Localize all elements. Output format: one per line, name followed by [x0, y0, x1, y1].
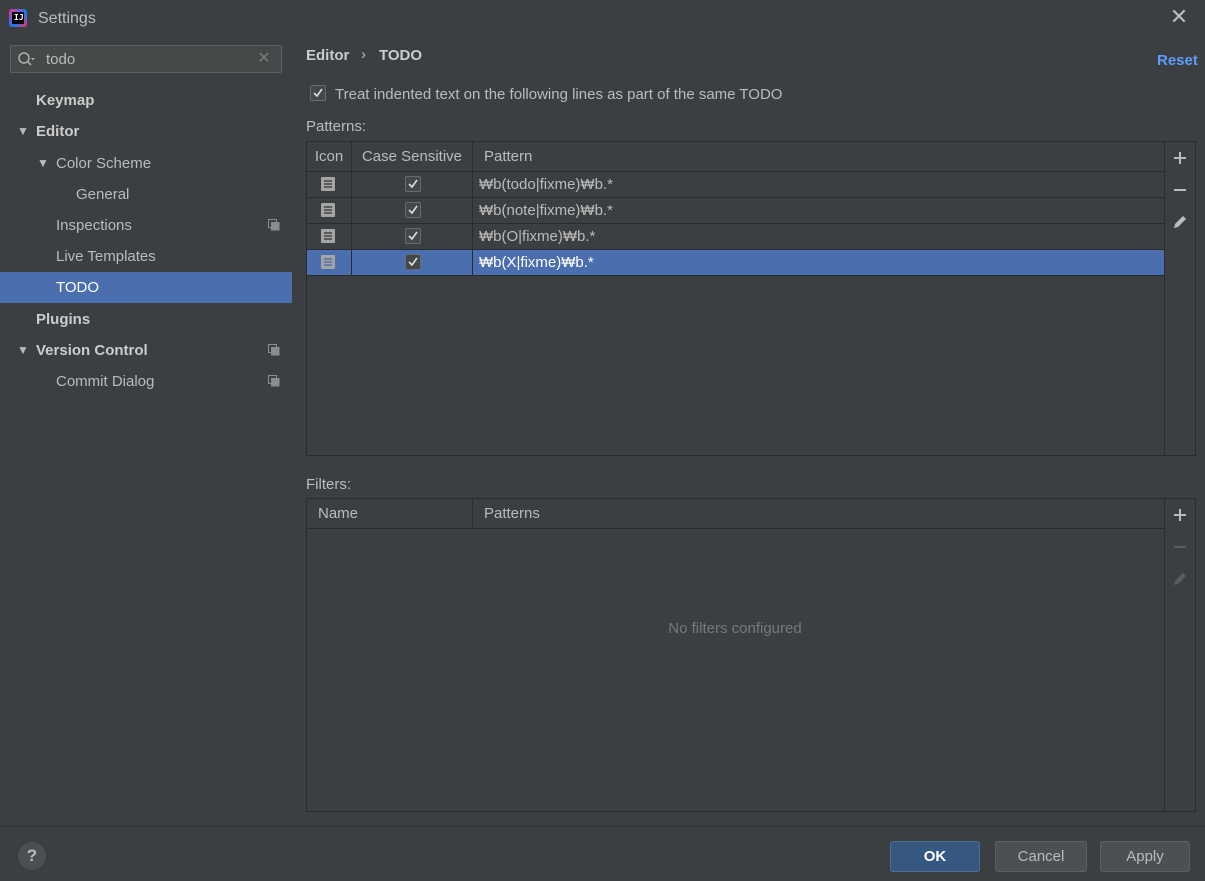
app-icon-text: IJ — [14, 13, 24, 22]
icon-cell[interactable] — [307, 198, 352, 223]
case-sensitive-checkbox[interactable] — [405, 176, 421, 192]
expand-arrow-icon[interactable]: ▼ — [17, 116, 29, 147]
case-sensitive-checkbox[interactable] — [405, 202, 421, 218]
pattern-cell[interactable]: ₩b(todo|fixme)₩b.* — [473, 172, 1164, 197]
sidebar-item-label: Inspections — [56, 217, 132, 234]
filters-table-header: Name Patterns — [307, 499, 1164, 529]
window-title: Settings — [38, 10, 96, 27]
icon-cell[interactable] — [307, 224, 352, 249]
empty-filters-message: No filters configured — [668, 620, 802, 637]
case-sensitive-checkbox[interactable] — [405, 254, 421, 270]
expand-arrow-icon[interactable]: ▼ — [17, 335, 29, 366]
column-header-name[interactable]: Name — [307, 499, 473, 529]
pattern-row[interactable]: ₩b(O|fixme)₩b.* — [307, 224, 1164, 250]
patterns-toolbar — [1164, 142, 1195, 455]
add-filter-plus-icon[interactable] — [1172, 507, 1188, 523]
pattern-row[interactable]: ₩b(todo|fixme)₩b.* — [307, 172, 1164, 198]
edit-filter-pencil-icon — [1174, 573, 1186, 585]
filters-label: Filters: — [306, 476, 351, 493]
breadcrumb-editor[interactable]: Editor — [306, 47, 349, 64]
search-input[interactable] — [46, 47, 246, 71]
sidebar-item-version-control[interactable]: ▼ Version Control — [0, 335, 292, 366]
add-pattern-plus-icon[interactable] — [1172, 150, 1188, 166]
title-bar — [0, 0, 1205, 36]
pattern-row[interactable]: ₩b(note|fixme)₩b.* — [307, 198, 1164, 224]
todo-document-icon — [321, 203, 335, 217]
pattern-cell[interactable]: ₩b(note|fixme)₩b.* — [473, 198, 1164, 223]
expand-arrow-icon[interactable]: ▼ — [37, 148, 49, 179]
close-window-icon[interactable]: ✕ — [1168, 6, 1190, 28]
remove-pattern-minus-icon[interactable] — [1172, 182, 1188, 198]
patterns-label: Patterns: — [306, 118, 367, 135]
filters-toolbar — [1164, 499, 1195, 811]
treat-indented-checkbox[interactable] — [310, 85, 326, 101]
sidebar-item-label: TODO — [56, 279, 100, 296]
sidebar-item-keymap[interactable]: Keymap — [0, 85, 292, 116]
sidebar-item-label: General — [76, 186, 130, 203]
edit-pattern-pencil-icon[interactable] — [1172, 214, 1188, 230]
column-header-patterns[interactable]: Patterns — [473, 499, 1164, 529]
remove-filter-minus-icon — [1174, 546, 1186, 548]
project-settings-icon — [268, 219, 280, 231]
icon-cell[interactable] — [307, 250, 352, 275]
sidebar-item-label: Commit Dialog — [56, 373, 155, 390]
ok-button[interactable]: OK — [890, 841, 980, 872]
breadcrumb-chevron-icon: › — [361, 46, 366, 63]
pattern-row-selected[interactable]: ₩b(X|fixme)₩b.* — [307, 250, 1164, 276]
help-button[interactable]: ? — [18, 842, 46, 870]
bottom-divider — [0, 826, 1205, 827]
clear-search-icon[interactable]: ✕ — [256, 50, 272, 68]
reset-link[interactable]: Reset — [1157, 52, 1198, 69]
project-settings-icon — [268, 375, 280, 387]
todo-document-icon — [321, 177, 335, 191]
breadcrumb-todo: TODO — [379, 47, 423, 64]
sidebar-item-label: Color Scheme — [56, 155, 152, 172]
apply-button[interactable]: Apply — [1100, 841, 1190, 872]
sidebar-item-commit-dialog[interactable]: Commit Dialog — [0, 366, 292, 397]
icon-cell[interactable] — [307, 172, 352, 197]
case-sensitive-checkbox[interactable] — [405, 228, 421, 244]
sidebar-item-color-scheme[interactable]: ▼ Color Scheme — [0, 148, 292, 179]
patterns-table-header: Icon Case Sensitive Pattern — [307, 142, 1164, 172]
pattern-cell[interactable]: ₩b(O|fixme)₩b.* — [473, 224, 1164, 249]
search-icon[interactable] — [17, 51, 35, 69]
sidebar-item-label: Keymap — [36, 92, 95, 109]
sidebar-item-inspections[interactable]: Inspections — [0, 210, 292, 241]
patterns-table: Icon Case Sensitive Pattern ₩b(todo|fixm… — [306, 141, 1196, 456]
sidebar-item-label: Version Control — [36, 342, 148, 359]
treat-indented-label[interactable]: Treat indented text on the following lin… — [335, 86, 782, 103]
filters-table: Name Patterns — [306, 498, 1196, 812]
sidebar-item-label: Editor — [36, 123, 80, 140]
column-header-case-sensitive[interactable]: Case Sensitive — [352, 142, 473, 172]
column-header-pattern[interactable]: Pattern — [473, 142, 1164, 172]
intellij-app-icon: IJ — [9, 9, 27, 27]
sidebar-item-live-templates[interactable]: Live Templates — [0, 241, 292, 272]
pattern-cell[interactable]: ₩b(X|fixme)₩b.* — [473, 250, 1164, 275]
project-settings-icon — [268, 344, 280, 356]
sidebar-item-general[interactable]: General — [0, 179, 292, 210]
cancel-button[interactable]: Cancel — [995, 841, 1087, 872]
todo-document-icon — [321, 255, 335, 269]
column-header-icon[interactable]: Icon — [307, 142, 352, 172]
sidebar-item-label: Live Templates — [56, 248, 156, 265]
todo-document-icon — [321, 229, 335, 243]
sidebar-item-editor[interactable]: ▼ Editor — [0, 116, 292, 147]
sidebar-item-plugins[interactable]: Plugins — [0, 304, 292, 335]
sidebar-item-todo[interactable]: TODO — [0, 272, 292, 303]
sidebar-item-label: Plugins — [36, 311, 91, 328]
